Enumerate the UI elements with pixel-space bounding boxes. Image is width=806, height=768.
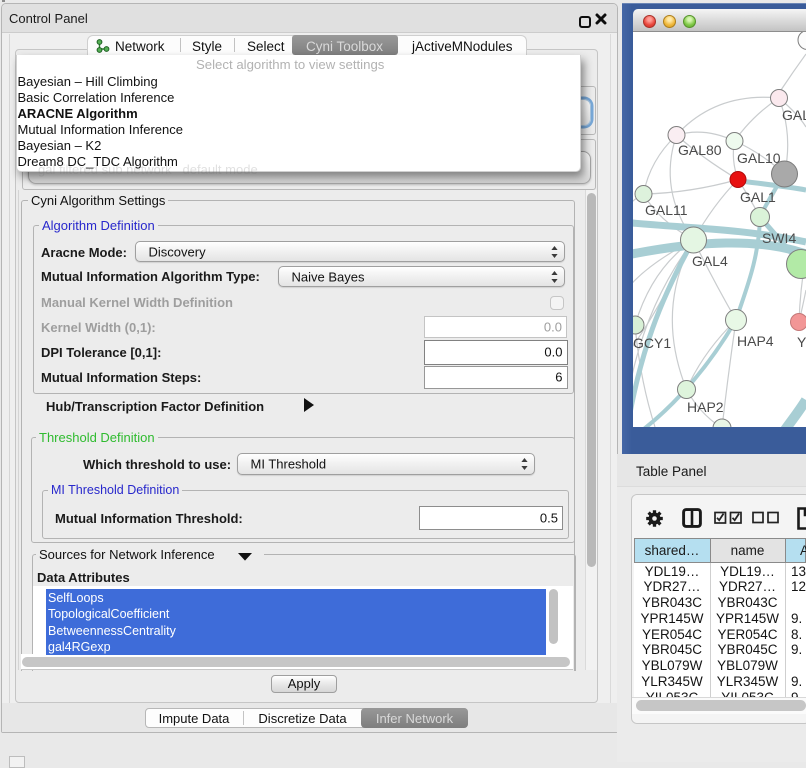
svg-text:HAP4: HAP4 (737, 333, 774, 349)
svg-text:Y: Y (797, 334, 806, 350)
svg-text:GAL11: GAL11 (645, 202, 688, 218)
svg-text:GCY1: GCY1 (633, 335, 671, 351)
svg-text:GAL10: GAL10 (737, 150, 781, 166)
svg-text:GAL1: GAL1 (740, 189, 776, 205)
svg-text:GAL4: GAL4 (692, 253, 728, 269)
svg-text:GAL80: GAL80 (678, 142, 722, 158)
svg-text:HAP2: HAP2 (687, 399, 724, 415)
svg-text:SWI4: SWI4 (762, 230, 796, 246)
svg-text:GAL8: GAL8 (782, 107, 806, 123)
